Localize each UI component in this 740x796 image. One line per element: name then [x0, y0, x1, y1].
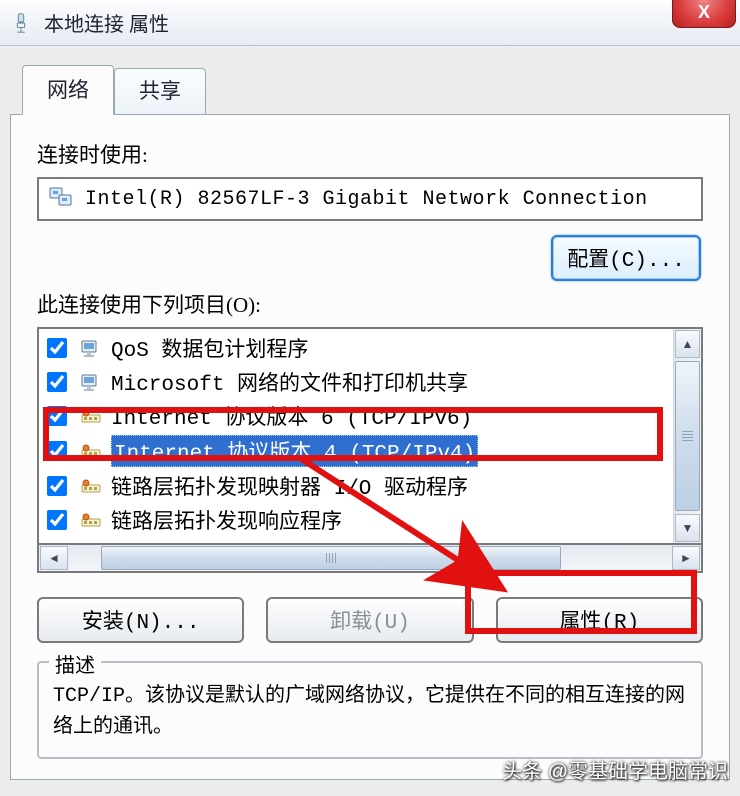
- label-connect-using: 连接时使用:: [37, 139, 703, 169]
- vertical-scrollbar[interactable]: ▲ ▼: [673, 329, 701, 543]
- item-checkbox[interactable]: [47, 372, 67, 392]
- window-title: 本地连接 属性: [44, 8, 169, 37]
- protocol-icon: [79, 509, 103, 531]
- label-items-used: 此连接使用下列项目(O):: [37, 289, 703, 319]
- components-list[interactable]: QoS 数据包计划程序 Microsoft 网络的文件和打印机共享 Internet…: [37, 327, 703, 545]
- adapter-name: Intel(R) 82567LF-3 Gigabit Network Conne…: [85, 188, 648, 211]
- service-icon: [79, 337, 103, 359]
- close-icon: X: [698, 2, 710, 23]
- watermark: 头条 @零基础学电脑常识: [502, 755, 728, 784]
- item-checkbox[interactable]: [47, 441, 67, 461]
- tab-label: 共享: [139, 79, 181, 103]
- item-label: 链路层拓扑发现响应程序: [111, 505, 342, 535]
- tab-page-network: 连接时使用: Intel(R) 82567LF-3 Gigabit Networ…: [10, 114, 730, 780]
- close-button[interactable]: X: [672, 0, 736, 28]
- item-checkbox[interactable]: [47, 510, 67, 530]
- item-label: Internet 协议版本 6 (TCP/IPv6): [111, 401, 472, 431]
- tab-label: 网络: [47, 78, 89, 102]
- item-label: Microsoft 网络的文件和打印机共享: [111, 367, 468, 397]
- adapter-field[interactable]: Intel(R) 82567LF-3 Gigabit Network Conne…: [37, 177, 703, 221]
- protocol-icon: [79, 440, 103, 462]
- nic-icon: [47, 185, 75, 213]
- list-item[interactable]: Internet 协议版本 4 (TCP/IPv4): [41, 433, 673, 469]
- scroll-track[interactable]: [69, 545, 671, 571]
- list-item[interactable]: Microsoft 网络的文件和打印机共享: [41, 365, 673, 399]
- list-item[interactable]: 链路层拓扑发现响应程序: [41, 503, 673, 537]
- window-icon: [8, 10, 34, 36]
- horizontal-scrollbar[interactable]: ◄ ►: [37, 545, 703, 573]
- description-text: TCP/IP。该协议是默认的广域网络协议，它提供在不同的相互连接的网络上的通讯。: [53, 681, 687, 743]
- button-label: 卸载(U): [330, 612, 410, 635]
- install-button[interactable]: 安装(N)...: [37, 597, 244, 643]
- scroll-left-button[interactable]: ◄: [40, 546, 68, 570]
- list-item[interactable]: Internet 协议版本 6 (TCP/IPv6): [41, 399, 673, 433]
- scroll-track[interactable]: [674, 359, 701, 513]
- button-label: 配置(C)...: [567, 250, 685, 273]
- uninstall-button: 卸载(U): [266, 597, 473, 643]
- scroll-thumb[interactable]: [675, 361, 700, 511]
- list-item[interactable]: QoS 数据包计划程序: [41, 331, 673, 365]
- client-area: 网络 共享 连接时使用: Intel(R) 82567LF-3 Gigabit …: [0, 46, 740, 790]
- tab-strip: 网络 共享: [22, 64, 730, 114]
- tab-network[interactable]: 网络: [22, 65, 114, 115]
- protocol-icon: [79, 475, 103, 497]
- button-label: 安装(N)...: [82, 612, 200, 635]
- item-checkbox[interactable]: [47, 476, 67, 496]
- item-label: 链路层拓扑发现映射器 I/O 驱动程序: [111, 471, 468, 501]
- properties-button[interactable]: 属性(R): [496, 597, 703, 643]
- action-button-row: 安装(N)... 卸载(U) 属性(R): [37, 597, 703, 643]
- button-label: 属性(R): [559, 612, 639, 635]
- description-legend: 描述: [49, 649, 101, 678]
- description-group: 描述 TCP/IP。该协议是默认的广域网络协议，它提供在不同的相互连接的网络上的…: [37, 661, 703, 759]
- protocol-icon: [79, 405, 103, 427]
- item-label: QoS 数据包计划程序: [111, 333, 308, 363]
- item-label: Internet 协议版本 4 (TCP/IPv4): [111, 435, 478, 467]
- title-bar: 本地连接 属性 X: [0, 0, 740, 46]
- service-icon: [79, 371, 103, 393]
- item-checkbox[interactable]: [47, 406, 67, 426]
- scroll-thumb[interactable]: [101, 546, 561, 570]
- configure-button[interactable]: 配置(C)...: [551, 235, 701, 281]
- item-checkbox[interactable]: [47, 338, 67, 358]
- list-item[interactable]: 链路层拓扑发现映射器 I/O 驱动程序: [41, 469, 673, 503]
- tab-sharing[interactable]: 共享: [114, 68, 206, 118]
- scroll-up-button[interactable]: ▲: [675, 330, 700, 358]
- scroll-down-button[interactable]: ▼: [675, 514, 700, 542]
- scroll-right-button[interactable]: ►: [672, 546, 700, 570]
